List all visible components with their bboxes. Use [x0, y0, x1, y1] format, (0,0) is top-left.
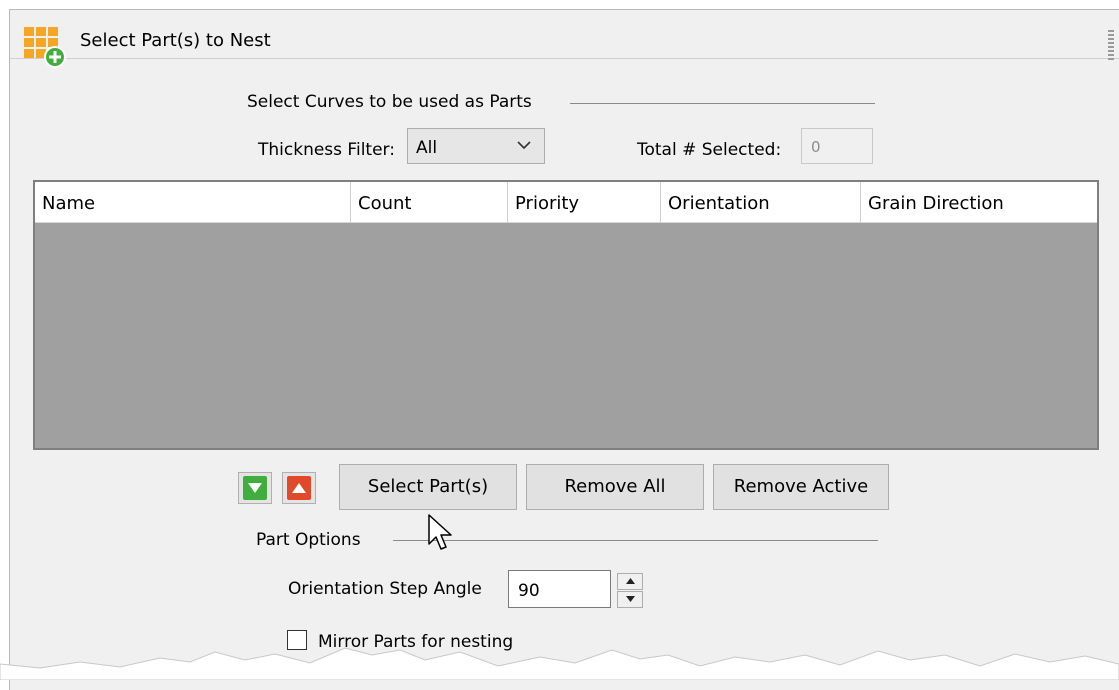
torn-edge-decoration [0, 647, 1119, 680]
